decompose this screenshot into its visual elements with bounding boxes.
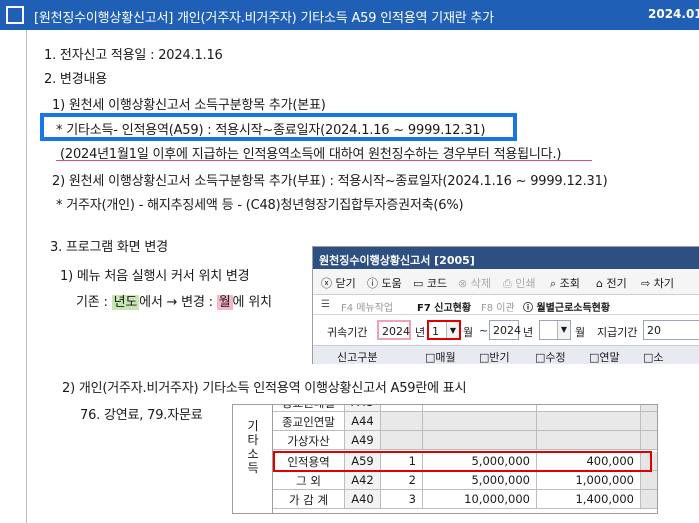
next-button[interactable]: ⇨ 차기 <box>641 275 674 291</box>
pay-year-input[interactable]: 20 <box>643 320 699 340</box>
pay-period-label: 지급기간 <box>597 326 638 339</box>
help-button[interactable]: ⓘ 도움 <box>367 275 402 291</box>
code-button[interactable]: ▭ 코드 <box>413 275 447 291</box>
window-toolbar: ⓧ 닫기 ⓘ 도움 ▭ 코드 ⊗ 삭제 ⎙ 인쇄 ⌕ 조회 ⌂ 전기 ⇨ 차기 <box>313 269 699 295</box>
month-select[interactable]: 1 ▼ <box>427 320 461 340</box>
item-screen-change: 3. 프로그램 화면 변경 <box>50 240 168 255</box>
page-title: [원천징수이행상황신고서] 개인(거주자.비거주자) 기타소득 A59 인적용역… <box>34 11 494 26</box>
item-cursor-change: 1) 메뉴 처음 실행시 커서 위치 변경 <box>60 269 250 284</box>
year2-input[interactable]: 2024 <box>489 320 521 340</box>
a59-highlight-box <box>273 451 652 472</box>
new-cursor-month: 월 <box>216 295 233 310</box>
monthly-income-button[interactable]: ⓘ 월별근로소득현황 <box>523 299 610 314</box>
menu-icon[interactable]: ☰ <box>321 299 330 310</box>
program-window-screenshot: 원천징수이행상황신고서 [2005] ⓧ 닫기 ⓘ 도움 ▭ 코드 ⊗ 삭제 ⎙… <box>312 246 699 364</box>
income-table-screenshot: 기타소득 종교원네별 A43 종교인연말 A44 가상자산 A49 인적용역 A… <box>232 404 658 514</box>
delete-button[interactable]: ⊗ 삭제 <box>458 275 491 291</box>
chevron-down-icon: ▼ <box>446 322 459 338</box>
table-row: 가상자산 A49 <box>273 431 657 450</box>
item-apply-date: 1. 전자신고 적용일 : 2024.1.16 <box>44 48 223 63</box>
report-type-label: 신고구분 <box>337 351 378 364</box>
left-divider <box>26 30 27 523</box>
period-label: 귀속기간 <box>327 326 368 339</box>
print-button[interactable]: ⎙ 인쇄 <box>503 275 536 291</box>
chevron-down-icon: ▼ <box>557 321 570 339</box>
prev-button[interactable]: ⌂ 전기 <box>596 275 627 291</box>
category-cell: 기타소득 <box>233 405 273 513</box>
table-row: 종교인연말 A44 <box>273 412 657 431</box>
month2-select[interactable]: ▼ <box>539 320 571 340</box>
search-button[interactable]: ⌕ 조회 <box>550 275 580 291</box>
item-sub-table-add: 2) 원천세 이행상황신고서 소득구분항목 추가(부표) : 적용시작~종료일자… <box>52 174 608 189</box>
period-row: 귀속기간 2024 년 1 ▼ 월 ~ 2024 년 ▼ 월 지급기간 20 <box>313 315 699 345</box>
report-type-row: 신고구분 □매월 □반기 □수정 □연말 □소 <box>313 345 699 364</box>
f8-transfer-button[interactable]: F8 이관 <box>481 299 515 314</box>
header-checkbox-icon <box>6 6 24 24</box>
item-main-table-add: 1) 원천세 이행상황신고서 소득구분항목 추가(본표) <box>52 98 326 113</box>
page-header: [원천징수이행상황신고서] 개인(거주자.비거주자) 기타소득 A59 인적용역… <box>0 0 699 30</box>
half-year-checkbox[interactable]: □반기 <box>479 349 510 364</box>
f7-report-status-button[interactable]: F7 신고현황 <box>417 299 471 314</box>
close-button[interactable]: ⓧ 닫기 <box>321 275 356 291</box>
other-checkbox[interactable]: □소 <box>643 349 664 364</box>
old-cursor-year: 년도 <box>111 295 140 310</box>
item-a59-period: * 기타소득- 인적용역(A59) : 적용시작~종료일자(2024.1.16 … <box>56 123 486 138</box>
page-date: 2024.01.1 <box>648 7 699 21</box>
year-end-checkbox[interactable]: □연말 <box>589 349 620 364</box>
function-key-bar: ☰ F4 메뉴작업 F7 신고현황 F8 이관 ⓘ 월별근로소득현황 <box>313 295 699 315</box>
table-row: 가 감 계 A40 3 10,000,000 1,400,000 <box>273 490 657 509</box>
note-underline <box>56 160 592 161</box>
year-input[interactable]: 2024 <box>377 320 411 340</box>
item-lecture-fees: 76. 강연료, 79.자문료 <box>80 408 203 423</box>
f4-menu-button[interactable]: F4 메뉴작업 <box>341 299 393 314</box>
item-changes-heading: 2. 변경내용 <box>44 72 107 87</box>
item-a59-display: 2) 개인(거주자.비거주자) 기타소득 인적용역 이행상황신고서 A59란에 … <box>62 381 467 396</box>
monthly-checkbox[interactable]: □매월 <box>425 349 456 364</box>
table-row: 그 외 A42 2 5,000,000 1,000,000 <box>273 471 657 490</box>
item-c48: * 거주자(개인) - 해지추징세액 등 - (C48)청년형장기집합투자증권저… <box>56 198 464 213</box>
item-cursor-detail: 기존 : 년도 에서 → 변경 : 월에 위치 <box>76 295 272 310</box>
category-label: 기타소득 <box>247 419 259 475</box>
revised-checkbox[interactable]: □수정 <box>535 349 566 364</box>
table-row: 종교원네별 A43 <box>273 405 657 412</box>
window-title: 원천징수이행상황신고서 [2005] <box>313 247 699 269</box>
